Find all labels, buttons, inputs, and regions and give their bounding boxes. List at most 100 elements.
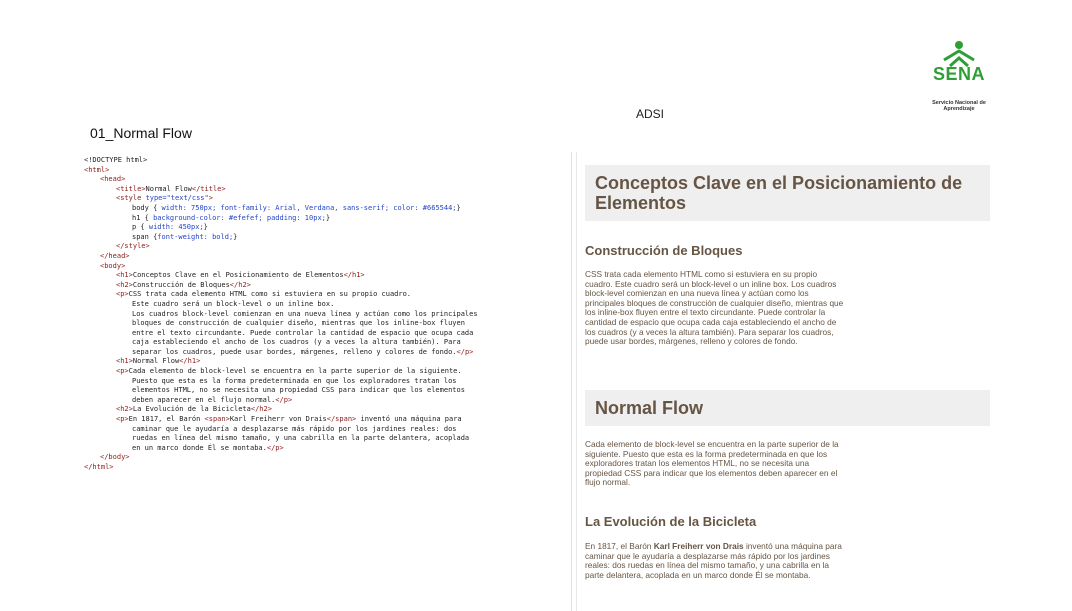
code-token: </html> (84, 463, 114, 471)
code-token: <p> (116, 367, 129, 376)
code-token: </span> (326, 415, 357, 424)
code-line: </head> (84, 252, 478, 262)
code-token: } (203, 223, 208, 232)
code-token: caminar que le ayudaría a desplazarse má… (132, 424, 457, 433)
code-line: </body> (84, 453, 478, 463)
code-token: <h1> (116, 357, 133, 366)
code-token: ruedas en línea del mismo tamaño, y una … (132, 434, 470, 443)
code-line: <html> (84, 166, 478, 176)
code-token: </p> (456, 347, 474, 356)
code-token: Normal Flow (145, 184, 192, 193)
code-token: Este cuadro será un block-level o un inl… (132, 299, 335, 308)
code-line: p { width: 450px;} (84, 223, 478, 233)
code-token: <p> (116, 415, 129, 424)
sena-logo: SENA Servicio Nacional de Aprendizaje (924, 40, 994, 120)
rendered-paragraph-bicicleta: En 1817, el Barón Karl Freiherr von Drai… (585, 541, 847, 580)
code-line: caja estableciendo el ancho de los cuadr… (84, 338, 478, 348)
rendered-h2-construccion: Construcción de Bloques (585, 243, 743, 258)
code-token: En 1817, el Barón (128, 415, 205, 424)
program-label: ADSI (636, 107, 665, 121)
code-token: <p> (116, 290, 129, 299)
code-line: <title>Normal Flow</title> (84, 185, 478, 195)
code-line: </html> (84, 463, 478, 473)
code-line: <h2>Construcción de Bloques</h2> (84, 281, 478, 291)
paragraph-text-start: En 1817, el Barón (585, 541, 654, 551)
code-token: deben aparecer en el flujo normal. (132, 395, 276, 404)
code-line: separar los cuadros, puede usar bordes, … (84, 348, 478, 358)
code-token: <!DOCTYPE html> (84, 156, 148, 164)
code-line: Los cuadros block-level comienzan en una… (84, 310, 478, 320)
rendered-h2-bicicleta: La Evolución de la Bicicleta (585, 514, 757, 529)
code-block: <!DOCTYPE html> <html> <head> <title>Normal… (84, 156, 478, 473)
code-line: entre el texto circundante. Puede contro… (84, 329, 478, 339)
code-token: en un marco donde Él se montaba. (132, 443, 267, 452)
code-token: } (325, 213, 331, 222)
code-line: deben aparecer en el flujo normal.</p> (84, 396, 478, 406)
code-line: elementos HTML, no se necesita una propi… (84, 386, 478, 396)
code-line: <h2>La Evolución de la Bicicleta</h2> (84, 405, 478, 415)
code-token: width: 450px; (148, 223, 204, 232)
code-token: <head> (100, 175, 126, 184)
code-token: <html> (84, 165, 110, 174)
code-token: </style> (116, 242, 150, 251)
code-token: </head> (100, 251, 130, 260)
code-line: <h1>Normal Flow</h1> (84, 357, 478, 367)
code-token: </p> (266, 443, 284, 452)
code-token: > (208, 194, 213, 203)
code-token: Conceptos Clave en el Posicionamiento de… (132, 271, 344, 280)
code-token: caja estableciendo el ancho de los cuadr… (132, 338, 461, 347)
code-line: span {font-weight: bold;} (84, 233, 478, 243)
code-token: <body> (100, 261, 126, 270)
code-line: Este cuadro será un block-level o un inl… (84, 300, 478, 310)
code-token: font-weight: bold; (157, 232, 234, 241)
code-token: } (233, 232, 238, 241)
code-line: en un marco donde Él se montaba.</p> (84, 444, 478, 454)
code-token: </h2> (229, 280, 251, 289)
code-token: elementos HTML, no se necesita una propi… (132, 386, 465, 395)
code-token: Cada elemento de block-level se encuentr… (128, 367, 462, 376)
code-line: <body> (84, 262, 478, 272)
code-token: <span> (204, 415, 230, 424)
code-line: <head> (84, 175, 478, 185)
code-token: </h1> (343, 271, 365, 280)
code-token: <h1> (116, 271, 133, 280)
bold-name: Karl Freiherr von Drais (653, 541, 744, 551)
code-token: background-color: #efefef; padding: 10px… (153, 213, 326, 222)
code-token: </h2> (250, 405, 272, 414)
code-line: </style> (84, 242, 478, 252)
code-token: <h2> (116, 405, 133, 414)
code-token: </body> (100, 453, 130, 462)
code-line: bloques de construcción de cualquier dis… (84, 319, 478, 329)
code-line: body { width: 750px; font-family: Arial,… (84, 204, 478, 214)
code-line: h1 { background-color: #efefef; padding:… (84, 214, 478, 224)
rendered-h1-concepts: Conceptos Clave en el Posicionamiento de… (585, 165, 990, 221)
code-token: } (456, 203, 461, 212)
code-token: </title> (191, 184, 226, 193)
code-token: separar los cuadros, puede usar bordes, … (132, 347, 457, 356)
code-token: Construcción de Bloques (132, 280, 230, 289)
code-line: <style type="text/css"> (84, 194, 478, 204)
rendered-paragraph-construccion: CSS trata cada elemento HTML como si est… (585, 269, 844, 347)
code-line: caminar que le ayudaría a desplazarse má… (84, 425, 478, 435)
code-line: <p>En 1817, el Barón <span>Karl Freiherr… (84, 415, 478, 425)
code-token: body { (132, 203, 162, 212)
code-token: <title> (116, 184, 146, 193)
logo-subtitle: Servicio Nacional de Aprendizaje (932, 100, 986, 112)
code-token: </h1> (179, 357, 201, 366)
code-line: <p>Cada elemento de block-level se encue… (84, 367, 478, 377)
code-token: <h2> (116, 280, 133, 289)
code-token: <style (116, 194, 146, 203)
code-token: Los cuadros block-level comienzan en una… (132, 309, 478, 318)
code-token: Karl Freiherr von Drais (229, 415, 327, 424)
code-token: </p> (275, 395, 293, 404)
logo-text: SENA (932, 64, 985, 84)
code-token: Normal Flow (132, 357, 180, 366)
code-token: bloques de construcción de cualquier dis… (132, 319, 465, 328)
document-title: 01_Normal Flow (90, 125, 192, 141)
render-panel: Conceptos Clave en el Posicionamiento de… (576, 152, 993, 611)
code-token: width: 750px; font-family: Arial, Verdan… (161, 203, 457, 212)
code-panel: <!DOCTYPE html> <html> <head> <title>Normal… (78, 152, 572, 611)
rendered-paragraph-normal-flow: Cada elemento de block-level se encuentr… (585, 439, 839, 488)
rendered-h1-normal-flow: Normal Flow (585, 390, 990, 426)
code-line: <!DOCTYPE html> (84, 156, 478, 166)
